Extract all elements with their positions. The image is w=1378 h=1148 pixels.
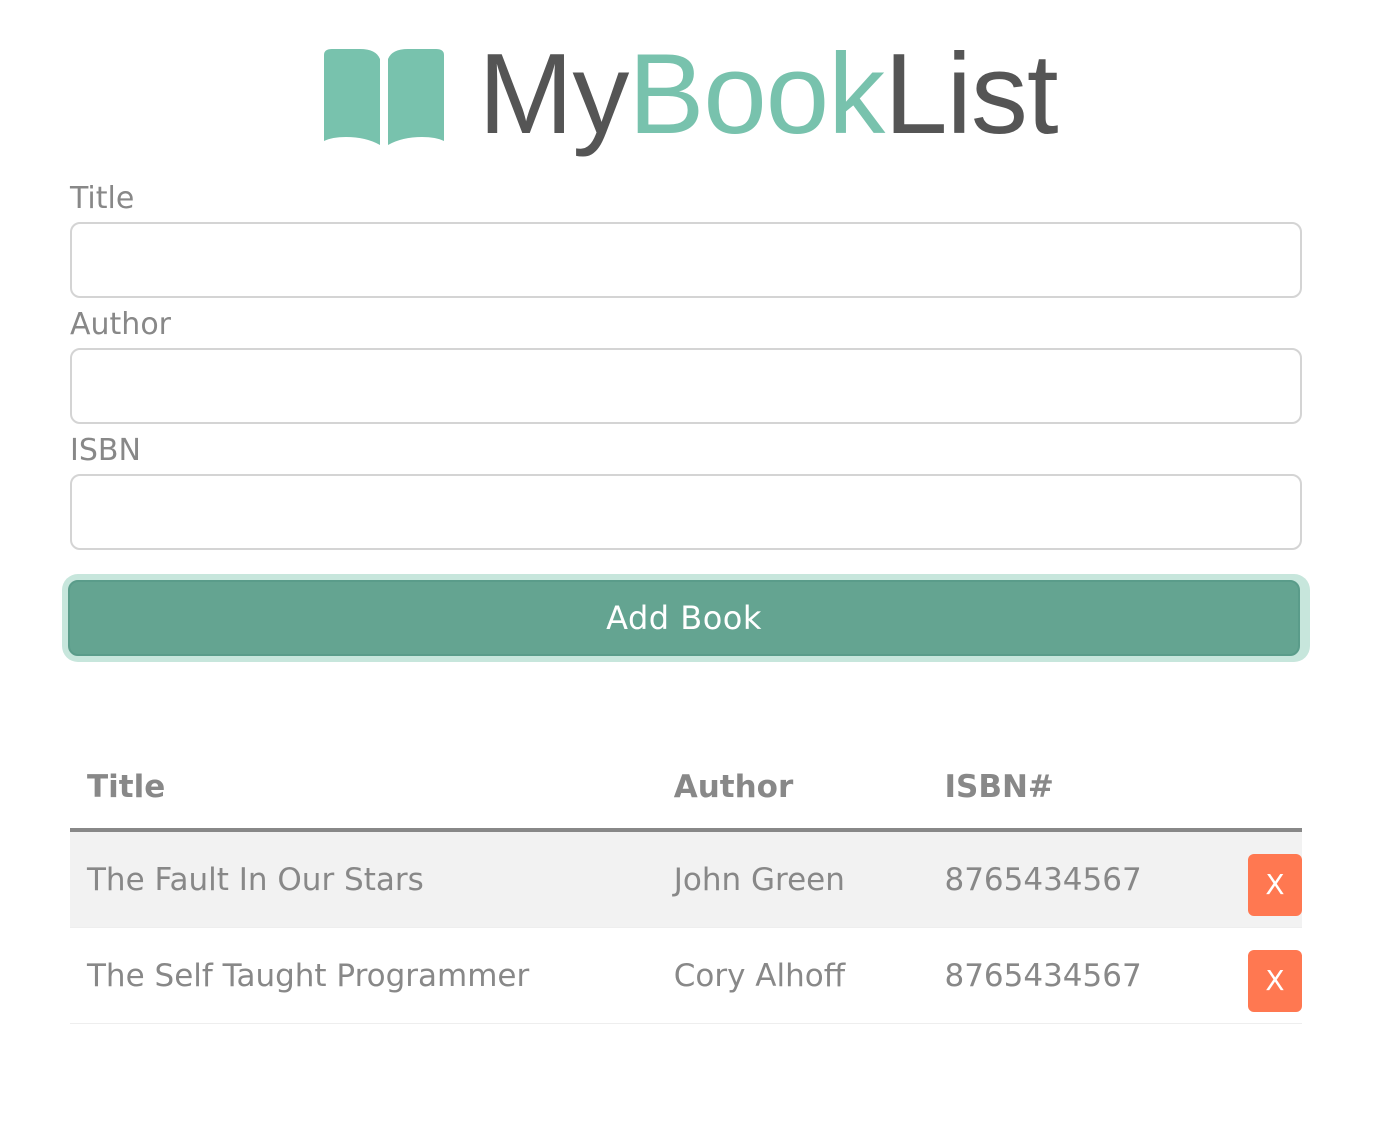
brand-part-book: Book (628, 31, 885, 158)
cell-author: Cory Alhoff (656, 927, 928, 1024)
brand-part-my: My (478, 31, 629, 158)
book-form: Title Author ISBN Add Book (62, 178, 1310, 662)
brand-part-list: List (884, 31, 1058, 158)
delete-book-button[interactable]: X (1248, 949, 1302, 1012)
cell-action: X (1231, 830, 1302, 928)
header-isbn: ISBN# (927, 746, 1231, 832)
isbn-input[interactable] (70, 474, 1302, 550)
delete-book-button[interactable]: X (1248, 853, 1302, 916)
cell-title: The Fault In Our Stars (70, 830, 657, 928)
header-action (1231, 746, 1302, 832)
add-book-button-focus-ring: Add Book (62, 574, 1310, 662)
table-header-row: Title Author ISBN# (70, 746, 1302, 832)
author-input[interactable] (70, 348, 1302, 424)
header-title: Title (70, 746, 657, 832)
cell-title: The Self Taught Programmer (70, 927, 657, 1024)
cell-isbn: 8765434567 (927, 830, 1231, 928)
open-book-icon (324, 49, 445, 145)
title-label: Title (70, 181, 135, 216)
header-author: Author (656, 746, 928, 832)
title-input[interactable] (70, 222, 1302, 298)
author-label: Author (70, 307, 172, 342)
brand-title: MyBookList (478, 38, 1058, 152)
add-book-button[interactable]: Add Book (68, 580, 1300, 656)
table-row: The Fault In Our Stars John Green 876543… (70, 830, 1302, 928)
app-header: MyBookList (0, 30, 1378, 160)
cell-action: X (1231, 927, 1302, 1024)
cell-author: John Green (656, 830, 928, 928)
table-row: The Self Taught Programmer Cory Alhoff 8… (70, 927, 1302, 1024)
isbn-label: ISBN (70, 433, 141, 468)
cell-isbn: 8765434567 (927, 927, 1231, 1024)
book-list-table: Title Author ISBN# The Fault In Our Star… (70, 746, 1302, 1024)
